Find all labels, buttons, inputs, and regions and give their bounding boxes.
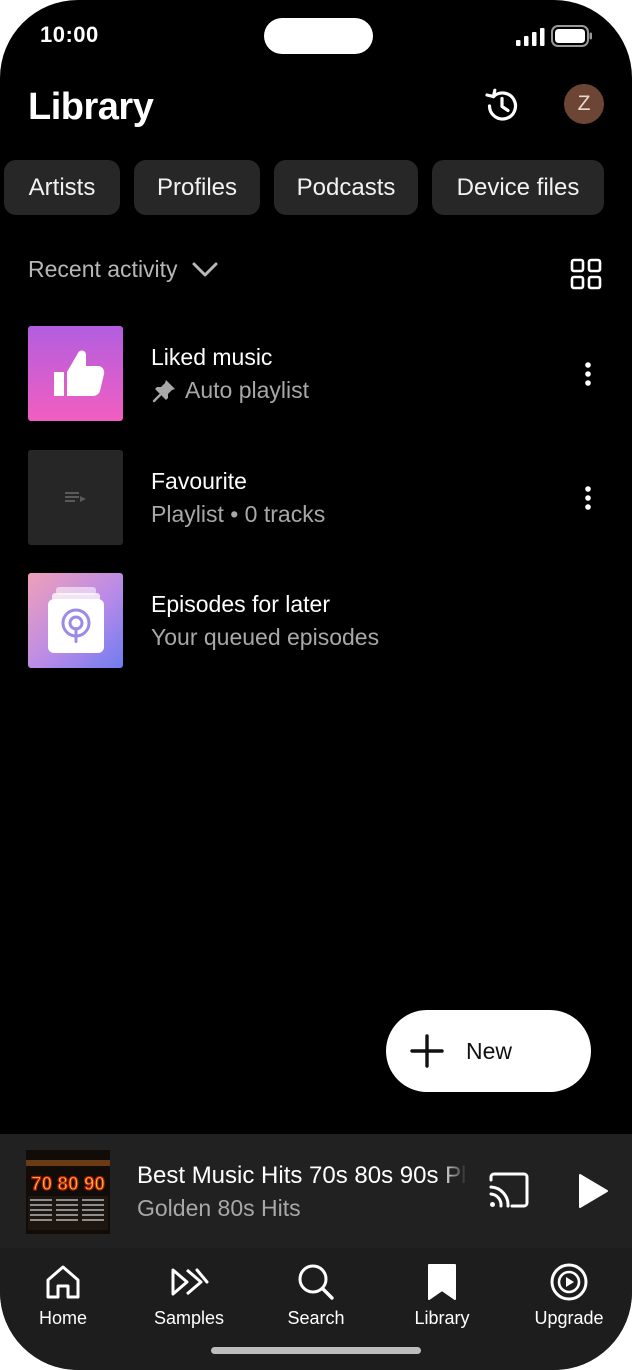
home-icon bbox=[46, 1265, 80, 1299]
item-subtitle: Auto playlist bbox=[185, 377, 310, 403]
search-icon bbox=[298, 1264, 334, 1300]
liked-music-thumbnail bbox=[28, 326, 123, 421]
item-title: Episodes for later bbox=[151, 591, 330, 617]
signal-icon bbox=[516, 28, 545, 46]
filter-chips: Artists Profiles Podcasts Device files bbox=[0, 160, 632, 216]
samples-icon bbox=[171, 1268, 209, 1296]
favourite-thumbnail bbox=[28, 450, 123, 545]
chip-artists[interactable]: Artists bbox=[4, 160, 120, 215]
album-art-text: 70 80 90 bbox=[31, 1174, 105, 1195]
chevron-down-icon bbox=[192, 262, 218, 276]
phone-screen: 10:00 Library Z Artists Profiles Podcast… bbox=[0, 0, 632, 1370]
nav-search[interactable]: Search bbox=[261, 1262, 371, 1329]
mini-player-subtitle: Golden 80s Hits bbox=[137, 1195, 301, 1221]
nav-samples[interactable]: Samples bbox=[134, 1262, 244, 1329]
mini-player-title: Best Music Hits 70s 80s 90s Playlist bbox=[137, 1162, 467, 1189]
history-icon bbox=[485, 88, 518, 121]
chip-podcasts[interactable]: Podcasts bbox=[274, 160, 418, 215]
home-indicator bbox=[211, 1347, 421, 1354]
battery-icon bbox=[551, 25, 592, 47]
item-subtitle: Your queued episodes bbox=[151, 624, 380, 650]
item-subtitle-row: Auto playlist bbox=[151, 377, 309, 404]
page-title: Library bbox=[28, 86, 154, 128]
more-vertical-icon bbox=[585, 486, 591, 510]
new-button-label: New bbox=[466, 1037, 513, 1064]
cast-icon[interactable] bbox=[488, 1172, 530, 1208]
nav-upgrade[interactable]: Upgrade bbox=[514, 1262, 624, 1329]
sort-label: Recent activity bbox=[28, 256, 178, 282]
mini-player-artwork: 70 80 90 bbox=[26, 1150, 110, 1234]
nav-library-label: Library bbox=[414, 1308, 470, 1328]
more-options-button[interactable] bbox=[576, 480, 600, 516]
episodes-thumbnail bbox=[28, 573, 123, 668]
item-title: Liked music bbox=[151, 344, 273, 370]
nav-home-label: Home bbox=[38, 1308, 87, 1328]
podcast-stack-icon bbox=[48, 587, 104, 653]
nav-search-label: Search bbox=[287, 1308, 345, 1328]
playlist-icon bbox=[65, 492, 86, 502]
pin-icon bbox=[152, 379, 175, 402]
nav-upgrade-label: Upgrade bbox=[534, 1308, 604, 1328]
item-title: Favourite bbox=[151, 468, 247, 494]
more-vertical-icon bbox=[585, 362, 591, 386]
plus-icon bbox=[410, 1034, 444, 1068]
new-button[interactable]: New bbox=[386, 1010, 591, 1092]
upgrade-icon bbox=[550, 1263, 588, 1301]
library-icon bbox=[428, 1264, 456, 1300]
nav-home[interactable]: Home bbox=[8, 1262, 118, 1329]
chip-device-files[interactable]: Device files bbox=[432, 160, 604, 215]
grid-view-icon[interactable] bbox=[570, 258, 602, 290]
status-time: 10:00 bbox=[40, 22, 99, 47]
dynamic-island bbox=[264, 18, 373, 54]
list-item-favourite[interactable]: Favourite Playlist • 0 tracks bbox=[28, 450, 604, 546]
chip-profiles[interactable]: Profiles bbox=[134, 160, 260, 215]
play-icon[interactable] bbox=[574, 1172, 610, 1210]
more-options-button[interactable] bbox=[576, 356, 600, 392]
list-item-episodes-for-later[interactable]: Episodes for later Your queued episodes bbox=[28, 573, 604, 669]
thumbs-up-icon bbox=[54, 350, 105, 396]
mini-player[interactable]: 70 80 90 Best Music Hits 70s 80s 90s Pla… bbox=[0, 1134, 632, 1248]
album-art-image: 70 80 90 bbox=[26, 1150, 110, 1234]
history-button[interactable] bbox=[480, 84, 524, 128]
list-item-liked-music[interactable]: Liked music Auto playlist bbox=[28, 326, 604, 422]
nav-library[interactable]: Library bbox=[387, 1262, 497, 1329]
sort-dropdown[interactable]: Recent activity bbox=[28, 256, 218, 283]
nav-samples-label: Samples bbox=[153, 1308, 225, 1328]
item-subtitle: Playlist • 0 tracks bbox=[151, 501, 326, 527]
avatar[interactable]: Z bbox=[564, 84, 604, 124]
